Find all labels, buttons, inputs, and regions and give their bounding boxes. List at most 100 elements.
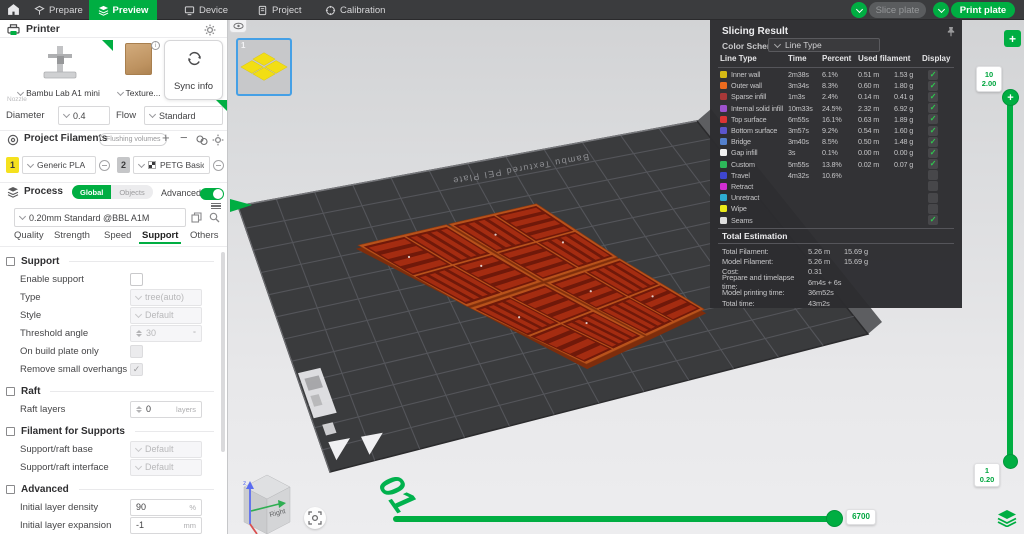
initial-layer-expansion-input[interactable]: -1 mm [130, 516, 202, 534]
sync-filament-list-icon[interactable] [196, 134, 208, 146]
filament-1-chip[interactable]: 1 [6, 157, 19, 173]
delete-filament-2-icon[interactable] [213, 160, 224, 171]
chevron-down-icon [937, 5, 945, 13]
tab-quality[interactable]: Quality [14, 230, 44, 241]
tab-project[interactable]: Project [249, 0, 310, 20]
info-icon[interactable]: i [151, 41, 160, 50]
display-checkbox[interactable]: ✓ [928, 125, 938, 136]
plate-thumbnail[interactable]: 1 [236, 38, 292, 96]
tab-preview[interactable]: Preview [89, 0, 157, 20]
chevron-down-icon [62, 110, 71, 119]
line-type-percent: 2.4% [822, 92, 838, 102]
search-preset-icon[interactable] [209, 212, 220, 223]
total-label: Model Filament: [722, 257, 774, 267]
preset-menu-icon[interactable] [211, 201, 221, 211]
remove-filament-button[interactable]: − [180, 130, 188, 145]
remove-small-overhangs-checkbox[interactable]: ✓ [130, 362, 143, 376]
delete-filament-1-icon[interactable] [99, 160, 110, 171]
print-plate-dropdown[interactable] [933, 2, 949, 18]
display-checkbox[interactable]: ✓ [928, 136, 938, 147]
raft-layers-input[interactable]: 0 layers [130, 400, 202, 418]
display-checkbox[interactable]: ✓ [928, 103, 938, 114]
display-checkbox[interactable]: ✓ [928, 159, 938, 170]
tab-calibration[interactable]: Calibration [317, 0, 393, 20]
tab-prepare[interactable]: Prepare [26, 0, 91, 20]
preset-select[interactable]: 0.20mm Standard @BBL A1M [14, 208, 186, 227]
tab-device[interactable]: Device [176, 0, 236, 20]
color-scheme-select[interactable]: Line Type [768, 38, 880, 52]
tab-others[interactable]: Others [190, 230, 219, 241]
line-type-swatch [720, 104, 727, 112]
print-plate-button[interactable]: Print plate [951, 2, 1015, 18]
filament-gear-icon[interactable] [212, 134, 224, 146]
horizontal-slider-handle[interactable] [826, 510, 843, 527]
layers-mode-icon[interactable] [997, 509, 1017, 527]
display-checkbox[interactable] [928, 181, 938, 192]
advanced-toggle[interactable] [200, 188, 224, 200]
setting-label: Enable support [20, 273, 84, 285]
tab-support[interactable]: Support [142, 230, 178, 241]
printer-card[interactable]: Bambu Lab A1 mini [4, 40, 114, 100]
tab-strength[interactable]: Strength [54, 230, 90, 241]
display-checkbox[interactable]: ✓ [928, 69, 938, 80]
on-build-plate-only-checkbox[interactable] [130, 344, 143, 358]
display-checkbox[interactable]: ✓ [928, 114, 938, 125]
setting-row: Type tree(auto) [0, 288, 222, 306]
expand-panel-button[interactable]: + [1004, 30, 1021, 47]
pin-panel-icon[interactable] [946, 26, 956, 37]
flow-select[interactable]: Standard [144, 106, 223, 125]
line-type-time: 10m33s [788, 103, 813, 113]
display-checkbox[interactable]: ✓ [928, 91, 938, 102]
display-checkbox[interactable]: ✓ [928, 215, 938, 226]
line-type-row: Internal solid infill 10m33s 24.5% 2.32 m 6.… [710, 103, 962, 114]
top-bar: Prepare Preview Device Project Calibrati… [0, 0, 1024, 20]
line-type-name: Unretract [731, 193, 760, 203]
display-checkbox[interactable] [928, 203, 938, 214]
display-checkbox[interactable] [928, 192, 938, 203]
initial-layer-density-input[interactable]: 90% [130, 498, 202, 516]
type-select[interactable]: tree(auto) [130, 288, 202, 306]
home-icon[interactable] [7, 3, 20, 16]
support-raft-base-select[interactable]: Default [130, 440, 202, 458]
support-raft-interface-select[interactable]: Default [130, 458, 202, 476]
slice-plate-button[interactable]: Slice plate [869, 2, 926, 18]
layer-slider-bottom-handle[interactable] [1003, 454, 1018, 469]
scope-global-button[interactable]: Global [72, 185, 112, 199]
horizontal-move-slider[interactable] [393, 516, 835, 522]
flushing-volumes-button[interactable]: Flushing volumes [99, 133, 168, 146]
bambu-studio-window: Bambu Textured PEI Plate 01 Right z 1 + … [0, 0, 1024, 534]
filament-1-select[interactable]: Generic PLA [22, 156, 96, 174]
layer-slider-top-handle[interactable]: + [1002, 89, 1019, 106]
display-checkbox[interactable]: ✓ [928, 80, 938, 91]
filament-2-chip[interactable]: 2 [117, 157, 130, 173]
viewport-settings-button[interactable] [304, 507, 326, 529]
sync-info-button[interactable]: Sync info [164, 40, 223, 100]
threshold-angle-input[interactable]: 30 ° [130, 324, 202, 342]
filament-2-select[interactable]: PETG Basic [133, 156, 210, 174]
setting-row: On build plate only [0, 342, 222, 360]
layer-slider[interactable] [1007, 102, 1013, 460]
style-select[interactable]: Default [130, 306, 202, 324]
spinner-arrows[interactable] [136, 405, 142, 413]
tab-speed[interactable]: Speed [104, 230, 131, 241]
settings-section: Advanced Initial layer density 90% Initial … [0, 481, 222, 534]
copy-preset-icon[interactable] [191, 212, 202, 223]
sidebar-scrollbar[interactable] [221, 252, 225, 452]
toggle-plate-list-tab[interactable] [229, 20, 247, 33]
scope-objects-button[interactable]: Objects [111, 185, 153, 199]
display-checkbox[interactable] [928, 170, 938, 181]
display-checkbox[interactable]: ✓ [928, 147, 938, 158]
slice-plate-dropdown[interactable] [851, 2, 867, 18]
enable-support-checkbox[interactable] [130, 272, 143, 286]
add-filament-button[interactable]: + [162, 130, 170, 145]
total-row: Total time: 43m2s [710, 298, 962, 308]
line-type-row: Bridge 3m40s 8.5% 0.50 m 1.48 g ✓ [710, 136, 962, 147]
line-type-length: 0.14 m [858, 92, 880, 102]
printer-gear-icon[interactable] [204, 24, 216, 36]
build-plate-card[interactable]: i Texture... [116, 40, 162, 100]
line-type-time: 3m57s [788, 126, 809, 136]
seam-dot [480, 264, 483, 267]
chevron-down-icon [116, 88, 124, 96]
spinner-arrows[interactable] [136, 329, 142, 337]
diameter-select[interactable]: 0.4 [58, 106, 110, 125]
